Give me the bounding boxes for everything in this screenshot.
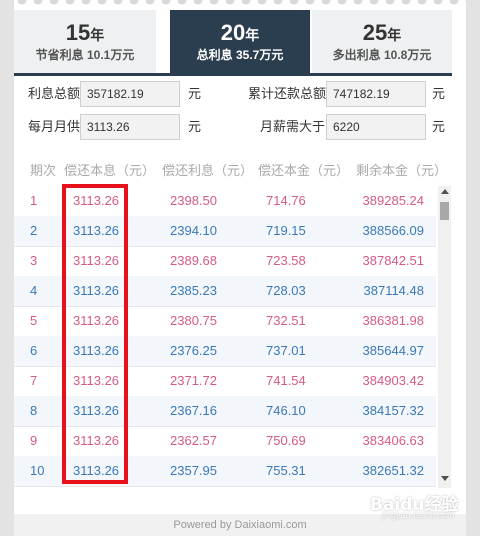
scroll-down-arrow-icon[interactable] <box>441 476 449 481</box>
header-remaining: 剩余本金（元） <box>356 163 448 178</box>
tab-unit: 年 <box>245 27 260 43</box>
scroll-up-arrow-icon[interactable] <box>441 189 449 194</box>
monthly-payment-field[interactable] <box>80 114 180 140</box>
summary-form: 利息总额 元 累计还款总额 元 每月月供 元 月薪需大于 元 <box>14 80 452 150</box>
tab-15-years[interactable]: 15年 节省利息 10.1万元 <box>14 10 156 73</box>
cell-principal: 737.01 <box>266 343 306 358</box>
required-salary-unit: 元 <box>432 119 446 134</box>
cell-principal: 755.31 <box>266 463 306 478</box>
cell-period: 2 <box>30 223 38 238</box>
tab-25-years[interactable]: 25年 多出利息 10.8万元 <box>312 10 452 73</box>
cell-interest: 2385.23 <box>170 283 217 298</box>
cell-period: 8 <box>30 403 38 418</box>
tab-title: 15年 <box>14 20 156 46</box>
header-interest: 偿还利息（元） <box>162 163 254 178</box>
cell-interest: 2398.50 <box>170 193 217 208</box>
total-repayment-unit: 元 <box>432 86 446 101</box>
scrollbar-thumb[interactable] <box>440 202 449 220</box>
cell-remaining: 386381.98 <box>362 313 424 328</box>
highlight-box <box>62 184 128 484</box>
header-period: 期次 <box>30 163 57 178</box>
tab-unit: 年 <box>90 27 105 43</box>
cell-remaining: 385644.97 <box>362 343 424 358</box>
cell-remaining: 389285.24 <box>362 193 424 208</box>
cell-remaining: 383406.63 <box>362 433 424 448</box>
cell-interest: 2394.10 <box>170 223 217 238</box>
monthly-payment-unit: 元 <box>188 119 202 134</box>
cell-period: 10 <box>30 463 45 478</box>
cell-period: 3 <box>30 253 38 268</box>
cell-remaining: 387842.51 <box>362 253 424 268</box>
tab-20-years[interactable]: 20年 总利息 35.7万元 <box>170 10 310 73</box>
tab-subtitle: 多出利息 10.8万元 <box>332 48 432 62</box>
cell-principal: 741.54 <box>266 373 306 388</box>
cell-remaining: 387114.48 <box>363 283 425 298</box>
tab-years: 20 <box>220 20 246 45</box>
total-interest-label: 利息总额 <box>28 86 81 101</box>
required-salary-label: 月薪需大于 <box>260 119 326 134</box>
cell-remaining: 388566.09 <box>362 223 424 238</box>
cell-interest: 2367.16 <box>170 403 217 418</box>
tab-subtitle: 节省利息 10.1万元 <box>35 48 135 62</box>
cell-principal: 746.10 <box>266 403 306 418</box>
schedule-table-header: 期次 偿还本息（元） 偿还利息（元） 偿还本金（元） 剩余本金（元） <box>14 160 452 182</box>
cell-period: 6 <box>30 343 38 358</box>
tab-unit: 年 <box>387 27 402 43</box>
cell-principal: 723.58 <box>266 253 306 268</box>
card-top-edge <box>14 0 466 8</box>
cell-interest: 2389.68 <box>170 253 217 268</box>
total-interest-field[interactable] <box>80 81 180 107</box>
baidu-watermark-logo: Baidu经验 jingyan.baidu.com <box>370 486 470 526</box>
total-repayment-label: 累计还款总额 <box>248 86 327 101</box>
tab-years: 25 <box>362 20 388 45</box>
cell-interest: 2357.95 <box>170 463 217 478</box>
cell-period: 7 <box>30 373 38 388</box>
cell-period: 5 <box>30 313 38 328</box>
cell-period: 9 <box>30 433 38 448</box>
tab-years: 15 <box>65 20 91 45</box>
total-interest-unit: 元 <box>188 86 202 101</box>
cell-principal: 714.76 <box>266 193 306 208</box>
required-salary-field[interactable] <box>326 114 426 140</box>
cell-interest: 2362.57 <box>170 433 217 448</box>
cell-principal: 732.51 <box>266 313 306 328</box>
header-principal: 偿还本金（元） <box>258 163 350 178</box>
watermark-subtext: jingyan.baidu.com <box>382 510 455 520</box>
term-tabs: 15年 节省利息 10.1万元 20年 总利息 35.7万元 25年 多出利息 … <box>14 10 452 76</box>
cell-remaining: 382651.32 <box>362 463 424 478</box>
cell-interest: 2371.72 <box>170 373 217 388</box>
cell-interest: 2380.75 <box>170 313 217 328</box>
cell-principal: 728.03 <box>266 283 306 298</box>
table-scrollbar[interactable] <box>438 186 451 488</box>
cell-period: 1 <box>30 193 38 208</box>
total-repayment-field[interactable] <box>326 81 426 107</box>
cell-period: 4 <box>30 283 38 298</box>
tabs-underline <box>14 73 452 76</box>
tab-subtitle: 总利息 35.7万元 <box>196 48 284 62</box>
cell-remaining: 384903.42 <box>362 373 424 388</box>
cell-remaining: 384157.32 <box>362 403 424 418</box>
cell-principal: 719.15 <box>266 223 306 238</box>
tab-title: 20年 <box>170 20 310 46</box>
cell-interest: 2376.25 <box>170 343 217 358</box>
cell-principal: 750.69 <box>266 433 306 448</box>
tab-title: 25年 <box>312 20 452 46</box>
monthly-payment-label: 每月月供 <box>28 119 81 134</box>
header-payment: 偿还本息（元） <box>64 163 156 178</box>
